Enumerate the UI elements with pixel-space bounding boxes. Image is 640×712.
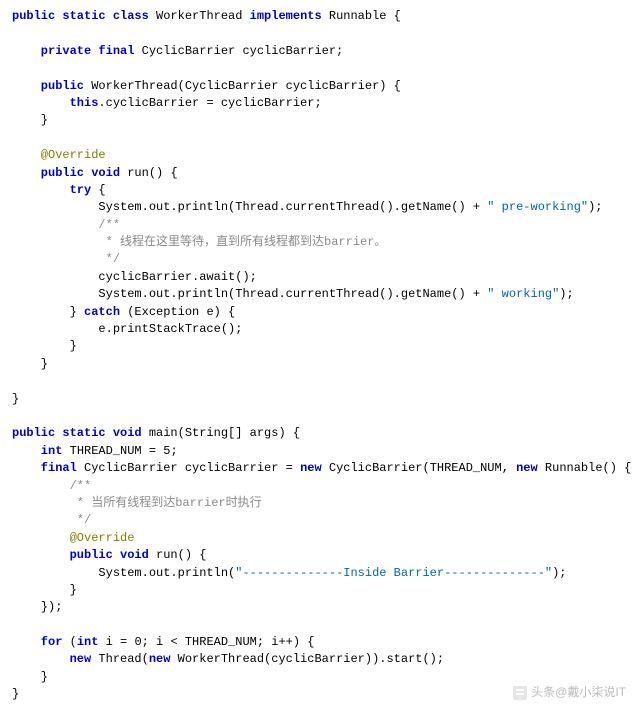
code-token: run() { bbox=[149, 548, 207, 562]
code-token: Runnable() { bbox=[538, 461, 632, 475]
code-token: WorkerThread bbox=[149, 9, 250, 23]
code-token: cyclicBarrier.await(); bbox=[12, 270, 257, 284]
code-token: new bbox=[149, 652, 171, 666]
code-token: try bbox=[12, 183, 91, 197]
code-token: Thread( bbox=[91, 652, 149, 666]
code-token: @Override bbox=[12, 531, 134, 545]
code-token: implements bbox=[250, 9, 322, 23]
code-token: public static void bbox=[12, 426, 142, 440]
code-token: (Exception e) { bbox=[120, 305, 235, 319]
code-token: } bbox=[12, 670, 48, 684]
code-token: catch bbox=[84, 305, 120, 319]
code-token: for bbox=[12, 635, 62, 649]
code-token: System.out.println(Thread.currentThread(… bbox=[12, 287, 487, 301]
code-token: System.out.println( bbox=[12, 566, 235, 580]
code-token: @Override bbox=[12, 148, 106, 162]
code-token: ); bbox=[559, 287, 573, 301]
code-token: { bbox=[91, 183, 105, 197]
code-token: "--------------Inside Barrier-----------… bbox=[235, 566, 552, 580]
code-token: " working" bbox=[487, 287, 559, 301]
code-token: private final bbox=[12, 44, 134, 58]
code-token: */ bbox=[12, 513, 91, 527]
code-token: Runnable { bbox=[322, 9, 401, 23]
code-token: } bbox=[12, 113, 48, 127]
code-token: CyclicBarrier cyclicBarrier; bbox=[134, 44, 343, 58]
code-token: */ bbox=[12, 252, 120, 266]
code-token: } bbox=[12, 392, 19, 406]
code-token: public bbox=[12, 79, 84, 93]
code-token: public void bbox=[12, 548, 149, 562]
code-token: ); bbox=[588, 200, 602, 214]
code-token: } bbox=[12, 583, 77, 597]
code-token: i = 0; i < THREAD_NUM; i++) { bbox=[98, 635, 314, 649]
code-token: }); bbox=[12, 600, 62, 614]
code-token: this bbox=[12, 96, 98, 110]
code-token: public static class bbox=[12, 9, 149, 23]
code-token: CyclicBarrier(THREAD_NUM, bbox=[322, 461, 516, 475]
code-block: public static class WorkerThread impleme… bbox=[12, 8, 628, 704]
code-token: /** bbox=[12, 479, 91, 493]
code-token: .cyclicBarrier = cyclicBarrier; bbox=[98, 96, 321, 110]
code-token: ); bbox=[552, 566, 566, 580]
code-token: final bbox=[12, 461, 77, 475]
code-token: } bbox=[12, 357, 48, 371]
code-token: main(String[] args) { bbox=[142, 426, 300, 440]
code-token: THREAD_NUM = 5; bbox=[62, 444, 177, 458]
code-token: * 线程在这里等待，直到所有线程都到达barrier。 bbox=[12, 235, 386, 249]
code-token: e.printStackTrace(); bbox=[12, 322, 242, 336]
code-token: run() { bbox=[120, 166, 178, 180]
code-token: new bbox=[12, 652, 91, 666]
code-token: } bbox=[12, 339, 77, 353]
code-token: new bbox=[300, 461, 322, 475]
code-token: } bbox=[12, 687, 19, 701]
code-token: } bbox=[12, 305, 84, 319]
code-token: WorkerThread(cyclicBarrier)).start(); bbox=[170, 652, 444, 666]
code-token: * 当所有线程到达barrier时执行 bbox=[12, 496, 262, 510]
code-token: new bbox=[516, 461, 538, 475]
code-token: int bbox=[12, 444, 62, 458]
code-token: CyclicBarrier cyclicBarrier = bbox=[77, 461, 300, 475]
code-token: System.out.println(Thread.currentThread(… bbox=[12, 200, 487, 214]
code-token: " pre-working" bbox=[487, 200, 588, 214]
code-token: public void bbox=[12, 166, 120, 180]
code-token: /** bbox=[12, 218, 120, 232]
code-token: int bbox=[77, 635, 99, 649]
code-token: ( bbox=[62, 635, 76, 649]
code-token: WorkerThread(CyclicBarrier cyclicBarrier… bbox=[84, 79, 401, 93]
